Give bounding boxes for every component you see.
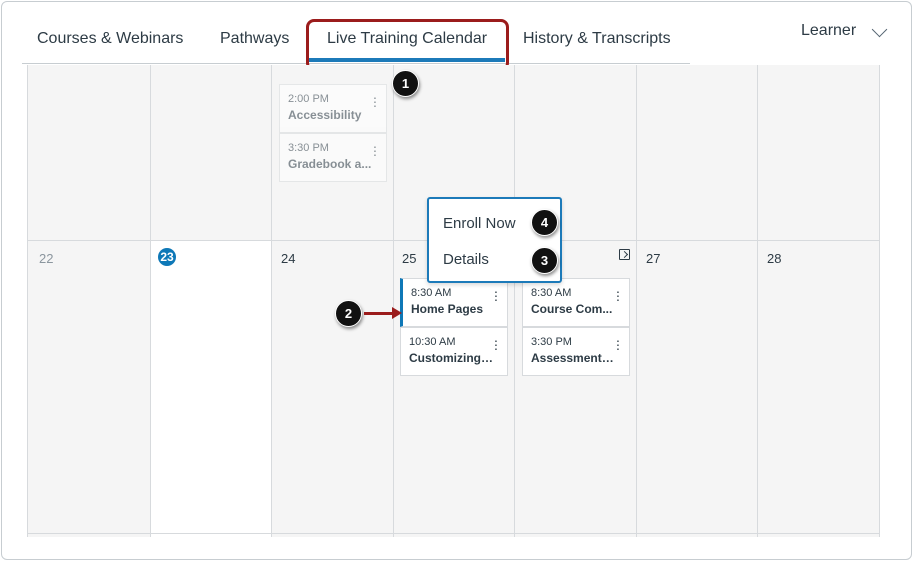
callout-3: 3: [531, 247, 558, 274]
app-window: Courses & Webinars Pathways Live Trainin…: [1, 1, 912, 560]
more-options-icon[interactable]: · · ·: [493, 284, 499, 306]
more-options-icon[interactable]: · · ·: [615, 284, 621, 306]
calendar-grid: 2:00 PM Accessibility · · · 3:30 PM Gradeb…: [27, 65, 880, 537]
tab-highlight-box: [306, 19, 509, 71]
external-link-icon[interactable]: [619, 249, 630, 260]
day-number-25: 25: [402, 251, 417, 266]
callout-2: 2: [335, 300, 362, 327]
today-column: [150, 240, 271, 537]
top-nav: Courses & Webinars Pathways Live Trainin…: [2, 2, 911, 71]
day-number-22: 22: [39, 251, 54, 266]
event-card-customizing[interactable]: 10:30 AM Customizing ... · · ·: [400, 327, 508, 376]
user-menu-label[interactable]: Learner: [801, 22, 856, 40]
enroll-now-menu-item[interactable]: Enroll Now: [443, 215, 516, 232]
more-options-icon[interactable]: · · ·: [615, 333, 621, 355]
event-card-accessibility[interactable]: 2:00 PM Accessibility · · ·: [279, 84, 387, 133]
event-card-gradebook[interactable]: 3:30 PM Gradebook a... · · ·: [279, 133, 387, 182]
details-menu-item[interactable]: Details: [443, 251, 489, 268]
tab-history-transcripts[interactable]: History & Transcripts: [523, 30, 671, 48]
chevron-down-icon[interactable]: [871, 21, 888, 38]
day-number-27: 27: [646, 251, 661, 266]
tab-courses-webinars[interactable]: Courses & Webinars: [37, 30, 183, 48]
more-options-icon[interactable]: · · ·: [372, 139, 378, 161]
day-number-today: 23: [158, 248, 176, 266]
day-number-28: 28: [767, 251, 782, 266]
event-card-home-pages[interactable]: 8:30 AM Home Pages · · ·: [400, 278, 508, 327]
more-options-icon[interactable]: · · ·: [493, 333, 499, 355]
callout-arrow-head: [392, 307, 402, 319]
more-options-icon[interactable]: · · ·: [372, 90, 378, 112]
callout-arrow: [364, 312, 394, 315]
callout-1: 1: [392, 70, 419, 97]
day-number-24: 24: [281, 251, 296, 266]
callout-4: 4: [531, 209, 558, 236]
event-card-assessment[interactable]: 3:30 PM Assessment T... · · ·: [522, 327, 630, 376]
event-card-course-com[interactable]: 8:30 AM Course Com... · · ·: [522, 278, 630, 327]
tab-pathways[interactable]: Pathways: [220, 30, 289, 48]
